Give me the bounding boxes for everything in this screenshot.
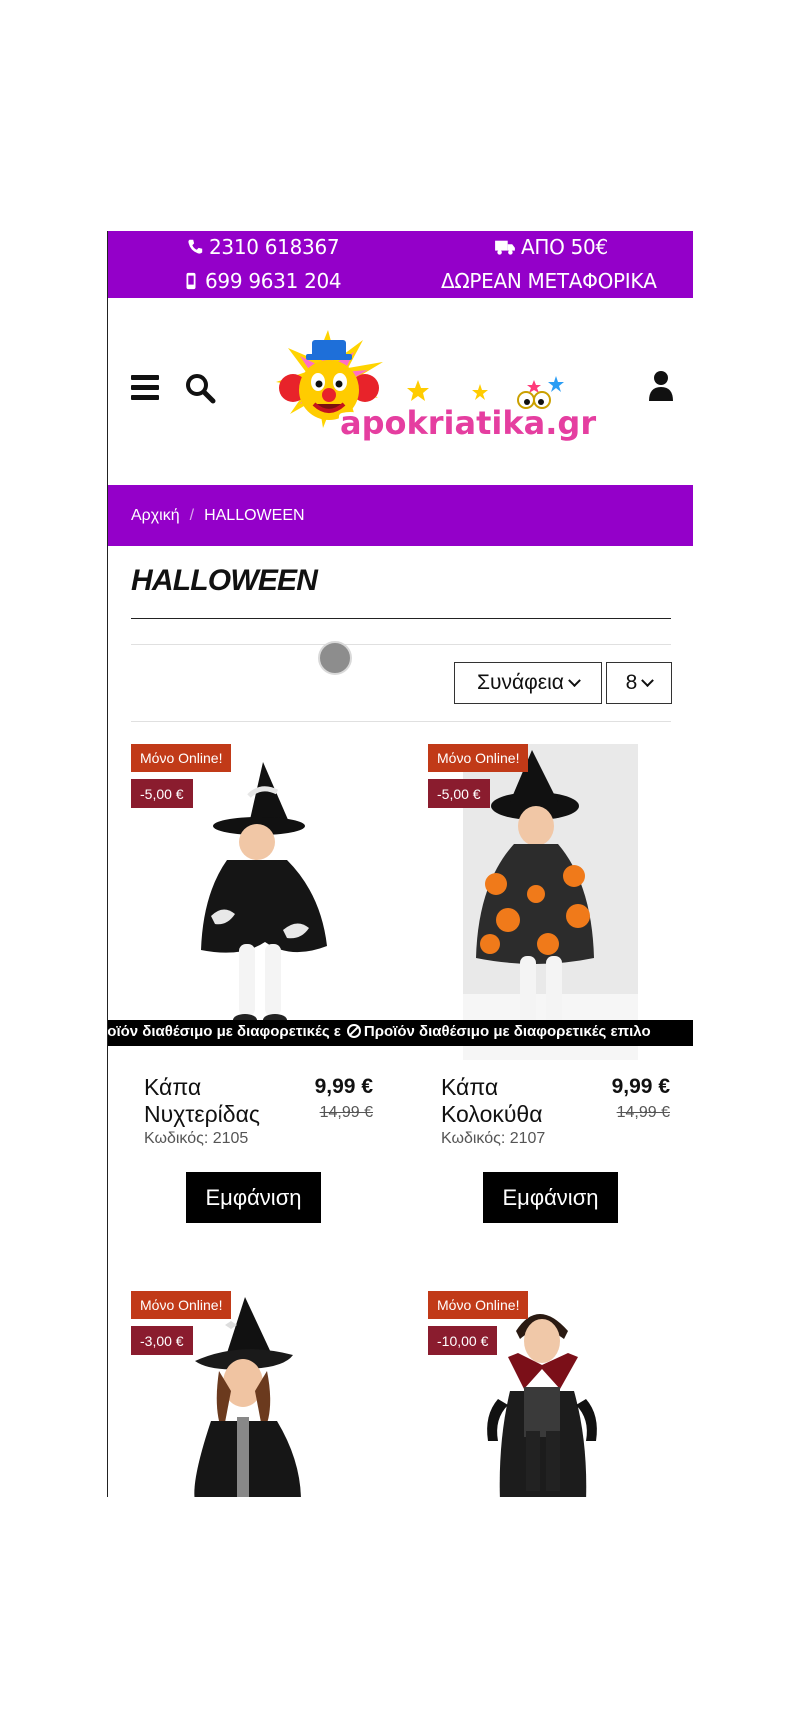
title-divider	[131, 618, 671, 619]
product-image[interactable]	[131, 1291, 401, 1497]
site-header: apokriatika.gr apokriatika.gr	[108, 298, 693, 486]
chevron-down-icon	[568, 673, 581, 687]
discount-badge: -5,00 €	[131, 779, 193, 808]
sort-order-select[interactable]: Συνάφεια	[454, 662, 602, 704]
ban-circle-icon	[346, 1024, 361, 1038]
per-page-select[interactable]: 8	[606, 662, 672, 704]
phone-number-landline: 2310 618367	[209, 235, 340, 259]
product-name[interactable]: Κάπα Κολοκύθα	[441, 1074, 581, 1128]
product-old-price: 14,99 €	[319, 1104, 373, 1121]
product-card[interactable]: Μόνο Online! -5,00 € Κάπα Κολοκύθα 9,99 …	[428, 744, 693, 1224]
hamburger-menu-icon[interactable]	[131, 375, 159, 401]
page-title: HALLOWEEN	[131, 564, 318, 597]
mobile-phone-icon	[186, 272, 196, 290]
phone-icon	[188, 239, 203, 254]
discount-badge: -3,00 €	[131, 1326, 193, 1355]
top-contact-bar: 2310 618367 699 9631 204 ΑΠΟ 50€ ΔΩΡΕΑΝ …	[108, 231, 693, 298]
online-only-badge: Μόνο Online!	[131, 744, 232, 772]
sort-order-value: Συνάφεια	[477, 671, 564, 694]
breadcrumb-home-link[interactable]: Αρχική	[131, 507, 180, 525]
online-only-badge: Μόνο Online!	[131, 1291, 232, 1319]
online-only-badge: Μόνο Online!	[428, 744, 529, 772]
phone-link-landline[interactable]: 2310 618367	[186, 235, 340, 259]
view-product-button[interactable]: Εμφάνιση	[483, 1172, 618, 1223]
free-shipping-label: ΔΩΡΕΑΝ ΜΕΤΑΦΟΡΙΚΑ	[441, 269, 657, 293]
product-old-price: 14,99 €	[616, 1104, 670, 1121]
discount-badge: -5,00 €	[428, 779, 490, 808]
ticker-text-fragment: ροϊόν διαθέσιμο με διαφορετικές ε	[108, 1023, 341, 1040]
per-page-value: 8	[625, 671, 638, 694]
product-image[interactable]	[428, 1291, 693, 1497]
sort-bar-top-divider	[131, 644, 671, 645]
product-price: 9,99 €	[314, 1075, 373, 1098]
ticker-text: Προϊόν διαθέσιμο με διαφορετικές επιλο	[363, 1023, 651, 1040]
product-photo-witch-costume	[131, 1291, 401, 1497]
user-account-icon[interactable]	[648, 370, 674, 402]
page-frame: 2310 618367 699 9631 204 ΑΠΟ 50€ ΔΩΡΕΑΝ …	[107, 231, 693, 1497]
product-code: Κωδικός: 2107	[441, 1130, 546, 1147]
product-card[interactable]: Μόνο Online! -3,00 €	[131, 1291, 401, 1497]
loading-indicator	[318, 641, 352, 675]
breadcrumb: Αρχική / HALLOWEEN	[108, 485, 693, 546]
product-photo-vampire-costume	[428, 1291, 693, 1497]
truck-icon	[495, 240, 515, 255]
phone-number-mobile: 699 9631 204	[205, 269, 342, 293]
search-icon[interactable]	[184, 372, 216, 404]
breadcrumb-separator: /	[189, 506, 195, 524]
phone-link-mobile[interactable]: 699 9631 204	[182, 269, 342, 293]
product-card[interactable]: Μόνο Online! -5,00 € Κάπα Νυχτερίδας 9,9…	[131, 744, 401, 1224]
online-only-badge: Μόνο Online!	[428, 1291, 529, 1319]
product-card[interactable]: Μόνο Online! -10,00 €	[428, 1291, 693, 1497]
free-shipping-line-1: ΑΠΟ 50€	[494, 235, 608, 259]
free-shipping-threshold: ΑΠΟ 50€	[521, 235, 608, 259]
product-name[interactable]: Κάπα Νυχτερίδας	[144, 1074, 284, 1128]
free-shipping-line-2: ΔΩΡΕΑΝ ΜΕΤΑΦΟΡΙΚΑ	[441, 269, 657, 293]
discount-badge: -10,00 €	[428, 1326, 498, 1355]
availability-ticker: ροϊόν διαθέσιμο με διαφορετικές ε Προϊόν…	[108, 1020, 693, 1046]
product-price: 9,99 €	[611, 1075, 670, 1098]
ticker-item: Προϊόν διαθέσιμο με διαφορετικές επιλο	[346, 1023, 651, 1040]
chevron-down-icon	[641, 673, 655, 687]
view-product-button[interactable]: Εμφάνιση	[186, 1172, 321, 1223]
logo-wordmark: apokriatika.gr	[340, 404, 596, 442]
sort-bar-bottom-divider	[131, 721, 671, 722]
site-logo[interactable]: apokriatika.gr apokriatika.gr	[268, 320, 598, 456]
product-code: Κωδικός: 2105	[144, 1130, 249, 1147]
breadcrumb-current: HALLOWEEN	[204, 506, 305, 524]
